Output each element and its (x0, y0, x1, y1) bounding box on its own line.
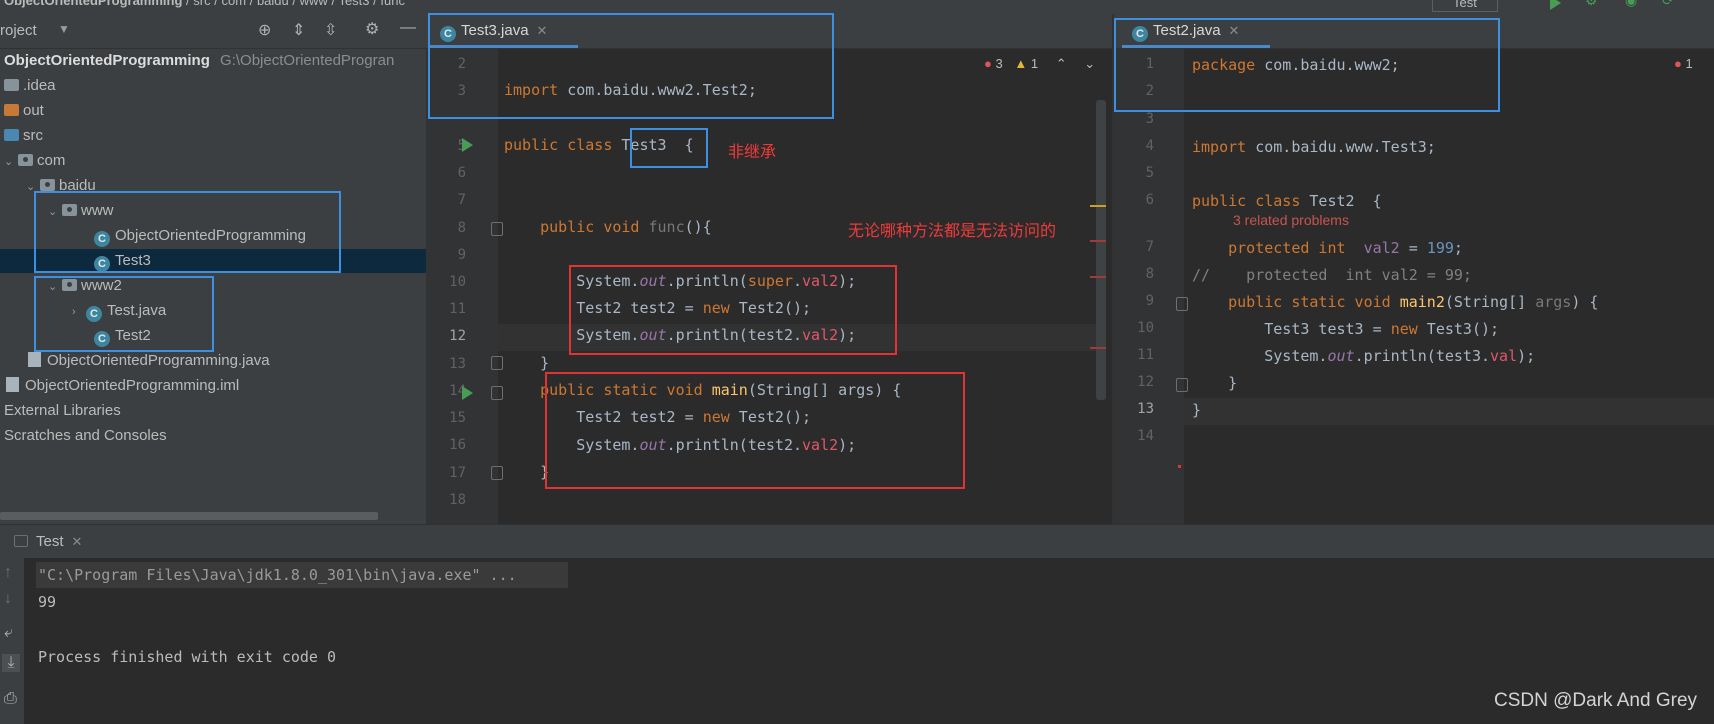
console-line-output: 99 (38, 593, 57, 611)
warning-icon: ▲ (1014, 56, 1028, 71)
tab-run-test[interactable]: Test ✕ (14, 533, 82, 550)
chevron-down-icon[interactable]: ▼ (58, 22, 70, 36)
annotation-box-www2 (34, 276, 214, 352)
scroll-to-end-icon[interactable]: ⤓ (2, 654, 20, 672)
source-folder-icon (4, 129, 19, 141)
breadcrumb-separator: / (373, 0, 377, 8)
debug-icon[interactable]: ⚙ (1585, 0, 1598, 9)
run-class-icon[interactable] (462, 138, 473, 152)
annotation-box-func-body (569, 265, 897, 355)
breadcrumb-www[interactable]: www (300, 0, 328, 8)
annotation-box-class-name (630, 128, 708, 168)
watermark: CSDN @Dark And Grey (1494, 690, 1698, 711)
breadcrumb-separator: / (331, 0, 336, 8)
folder-icon (4, 104, 19, 116)
collapse-all-icon[interactable]: ⇳ (324, 20, 337, 40)
tree-item-out[interactable]: out (4, 99, 44, 123)
warning-stripe-marker[interactable] (1090, 205, 1106, 207)
error-count: 1 (1685, 56, 1693, 71)
error-icon: ● (984, 56, 992, 71)
console-icon (14, 535, 28, 547)
breadcrumb-separator: / (249, 0, 254, 8)
console-line-exit: Process finished with exit code 0 (38, 648, 337, 666)
inspection-widget-right[interactable]: ● 1 (1674, 56, 1693, 71)
run-configuration-select[interactable]: Test (1432, 0, 1498, 12)
warning-count: 1 (1030, 56, 1039, 71)
print-icon[interactable]: ⎙ (4, 690, 17, 708)
breadcrumb-com[interactable]: com (222, 0, 247, 8)
close-icon[interactable]: ✕ (72, 534, 83, 549)
tree-item-scratches[interactable]: Scratches and Consoles (4, 424, 167, 448)
breadcrumb-func[interactable]: func (380, 0, 405, 8)
fold-icon[interactable] (491, 356, 503, 370)
coverage-icon[interactable]: ◉ (1625, 0, 1637, 9)
fold-icon[interactable] (491, 466, 503, 480)
arrow-down-icon[interactable]: ↓ (4, 590, 12, 608)
inspection-widget-left[interactable]: ● 3 ▲ 1 ⌃ ⌄ (984, 56, 1095, 72)
hide-icon[interactable]: — (400, 19, 416, 37)
breadcrumb-src[interactable]: src (193, 0, 210, 8)
error-count: 3 (995, 56, 1003, 71)
soft-wrap-icon[interactable]: ⤶ (4, 624, 13, 642)
breadcrumb-separator: / (214, 0, 218, 8)
java-file-icon (28, 352, 41, 367)
locate-icon[interactable]: ⊕ (258, 20, 271, 40)
error-marker (1178, 465, 1181, 468)
annotation-access-text: 无论哪种方法都是无法访问的 (848, 223, 1057, 240)
console-toolbar: ↑ ↓ ⤶ ⤓ ⎙ (0, 558, 24, 724)
annotation-box-main (545, 372, 965, 489)
gear-icon[interactable]: ⚙ (365, 19, 379, 39)
run-tool-window-header: Test ✕ (0, 524, 1714, 559)
breadcrumb-separator: / (186, 0, 190, 8)
breadcrumb-project[interactable]: ObjectOrientedProgramming (4, 0, 182, 8)
project-view-label[interactable]: roject (0, 22, 37, 39)
error-stripe-marker[interactable] (1090, 347, 1106, 349)
profile-icon[interactable]: ⟳ (1662, 0, 1674, 9)
breadcrumb-separator: / (292, 0, 297, 8)
related-problems-hint[interactable]: 3 related problems (1233, 212, 1349, 228)
chevron-down-icon[interactable]: ⌄ (4, 150, 18, 174)
annotation-inherit-text: 非继承 (728, 144, 777, 161)
breadcrumb-baidu[interactable]: baidu (257, 0, 289, 8)
breadcrumb-test3[interactable]: Test3 (338, 0, 369, 8)
tree-item-objectorientedprogramming-java[interactable]: ObjectOrientedProgramming.java (28, 349, 270, 373)
console-line-command: "C:\Program Files\Java\jdk1.8.0_301\bin\… (38, 566, 517, 584)
project-root-name: ObjectOrientedProgramming (4, 52, 210, 69)
line-numbers-left: 2 3 5 6 7 8 9 10 11 12 13 14 15 16 17 18 (449, 56, 466, 508)
navigation-bar: ObjectOrientedProgramming / src / com / … (0, 0, 1714, 14)
chevron-down-icon[interactable]: ⌄ (1084, 56, 1095, 71)
iml-file-icon (6, 377, 19, 392)
line-numbers-right: 1 2 3 4 5 6 7 8 9 10 11 12 13 14 (1137, 56, 1154, 444)
annotation-box-import (428, 13, 834, 119)
tree-item-idea[interactable]: .idea (4, 74, 56, 98)
error-icon: ● (1674, 56, 1682, 71)
fold-icon[interactable] (1176, 297, 1188, 311)
vertical-scrollbar[interactable] (1096, 100, 1106, 400)
tree-item-iml[interactable]: ObjectOrientedProgramming.iml (6, 374, 239, 398)
folder-icon (4, 79, 19, 91)
project-root-path: G:\ObjectOrientedProgran (220, 52, 395, 69)
error-stripe-marker[interactable] (1090, 276, 1106, 278)
fold-icon[interactable] (491, 386, 503, 400)
project-header: roject ▼ ⊕ ⇕ ⇳ ⚙ — (0, 14, 426, 49)
tree-item-com[interactable]: ⌄ com (4, 149, 65, 173)
project-root[interactable]: ObjectOrientedProgramming G:\ObjectOrien… (4, 49, 394, 73)
expand-all-icon[interactable]: ⇕ (292, 20, 305, 40)
tree-item-src[interactable]: src (4, 124, 43, 148)
horizontal-scrollbar[interactable] (0, 512, 378, 520)
run-icon[interactable] (1550, 0, 1561, 10)
error-stripe-marker[interactable] (1090, 240, 1106, 242)
arrow-up-icon[interactable]: ↑ (4, 564, 12, 582)
chevron-up-icon[interactable]: ⌃ (1056, 56, 1067, 71)
annotation-box-package (1114, 18, 1500, 112)
current-line-highlight (1184, 398, 1714, 425)
package-icon (40, 179, 55, 191)
annotation-box-www (34, 191, 341, 273)
run-main-icon[interactable] (462, 386, 473, 400)
fold-icon[interactable] (491, 222, 503, 236)
tree-item-external-libraries[interactable]: External Libraries (4, 399, 121, 423)
fold-icon[interactable] (1176, 378, 1188, 392)
package-icon (18, 154, 33, 166)
